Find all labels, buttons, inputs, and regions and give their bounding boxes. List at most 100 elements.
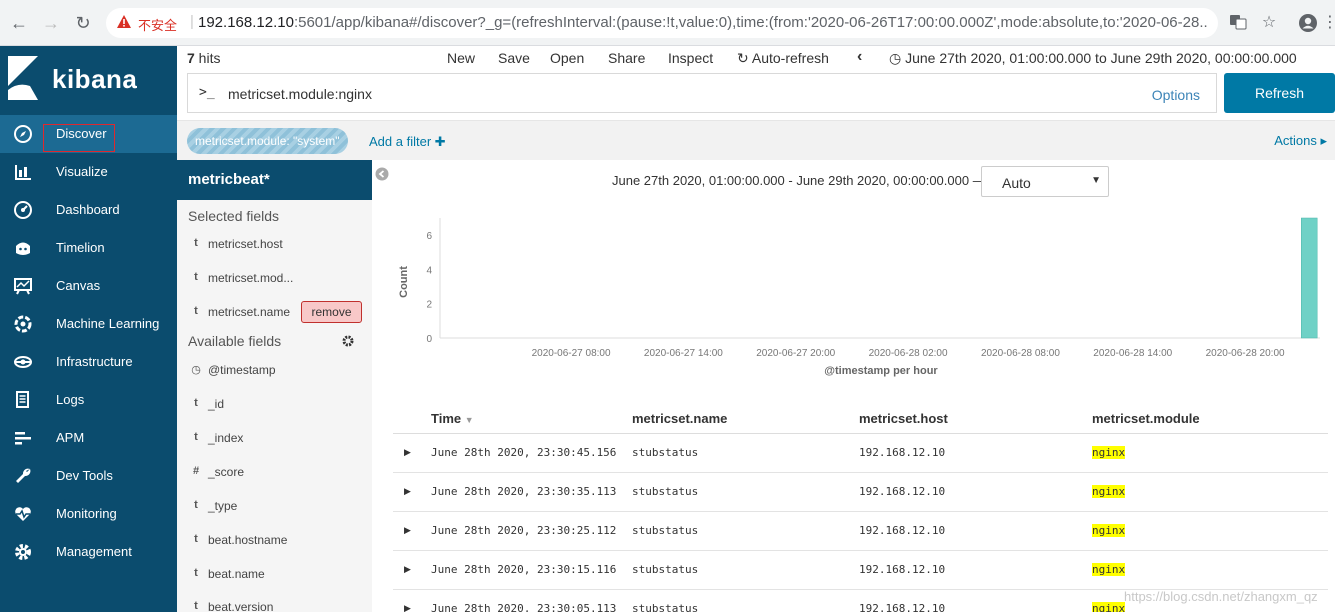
nav-logs[interactable]: Logs bbox=[0, 381, 177, 419]
open-button[interactable]: Open bbox=[550, 50, 584, 66]
actions-label: Actions bbox=[1274, 133, 1317, 148]
nav-apm[interactable]: APM bbox=[0, 419, 177, 457]
expand-row-icon[interactable]: ▶ bbox=[404, 486, 411, 497]
x-axis-title: @timestamp per hour bbox=[824, 365, 938, 377]
gear-icon[interactable] bbox=[342, 335, 354, 347]
share-button[interactable]: Share bbox=[608, 50, 645, 66]
apm-icon bbox=[15, 432, 31, 445]
cell-name: stubstatus bbox=[632, 602, 699, 612]
field-item[interactable]: t beat.name bbox=[177, 559, 372, 589]
nav-label: Dashboard bbox=[56, 202, 120, 217]
field-item[interactable]: t _type bbox=[177, 491, 372, 521]
forward-icon[interactable]: → bbox=[40, 12, 62, 34]
cell-time: June 28th 2020, 23:30:05.113 bbox=[431, 602, 617, 612]
hits-count: 7 hits bbox=[187, 50, 220, 66]
bar-chart-icon bbox=[15, 165, 31, 180]
kibana-logo[interactable]: kibana bbox=[0, 46, 177, 114]
query-bar[interactable]: >_ metricset.module:nginx Options bbox=[187, 73, 1217, 113]
save-button[interactable]: Save bbox=[498, 50, 530, 66]
chevron-right-icon: ▸ bbox=[1320, 133, 1327, 148]
translate-icon[interactable] bbox=[1228, 13, 1248, 33]
address-bar[interactable]: 不安全 | 192.168.12.10:5601/app/kibana#/dis… bbox=[106, 8, 1218, 38]
nav-dashboard[interactable]: Dashboard bbox=[0, 191, 177, 229]
expand-row-icon[interactable]: ▶ bbox=[404, 447, 411, 458]
nav-infrastructure[interactable]: Infrastructure bbox=[0, 343, 177, 381]
expand-row-icon[interactable]: ▶ bbox=[404, 564, 411, 575]
nav-machine-learning[interactable]: Machine Learning bbox=[0, 305, 177, 343]
infrastructure-icon bbox=[14, 356, 32, 368]
string-type-icon: t bbox=[194, 567, 198, 579]
table-row[interactable]: ▶ June 28th 2020, 23:30:25.112 stubstatu… bbox=[393, 512, 1328, 551]
scrollbar[interactable] bbox=[1328, 160, 1335, 612]
field-name: _id bbox=[208, 397, 225, 411]
column-header-module[interactable]: metricset.module bbox=[1092, 411, 1200, 426]
column-header-time[interactable]: Time ▼ bbox=[431, 411, 474, 426]
field-item[interactable]: t metricset.mod... bbox=[177, 263, 372, 293]
cell-host: 192.168.12.10 bbox=[859, 563, 946, 576]
field-item[interactable]: # _score bbox=[177, 457, 372, 487]
query-options-button[interactable]: Options bbox=[1152, 87, 1200, 103]
time-range-label: June 27th 2020, 01:00:00.000 to June 29t… bbox=[905, 50, 1297, 66]
query-prompt-icon: >_ bbox=[199, 85, 215, 100]
field-item[interactable]: t beat.version bbox=[177, 592, 372, 612]
query-input[interactable]: metricset.module:nginx bbox=[228, 86, 372, 102]
reload-icon[interactable]: ↻ bbox=[72, 12, 94, 34]
index-pattern-header[interactable]: metricbeat* bbox=[177, 160, 372, 200]
add-filter-label: Add a filter bbox=[369, 134, 432, 149]
time-range-picker[interactable]: ◷ June 27th 2020, 01:00:00.000 to June 2… bbox=[889, 50, 1297, 67]
table-row[interactable]: ▶ June 28th 2020, 23:30:45.156 stubstatu… bbox=[393, 434, 1328, 473]
filter-pill[interactable]: metricset.module: "system" bbox=[187, 128, 348, 154]
field-name: metricset.name bbox=[208, 305, 291, 319]
account-icon[interactable] bbox=[1298, 13, 1318, 33]
add-filter-button[interactable]: Add a filter ✚ bbox=[369, 134, 446, 150]
column-header-host[interactable]: metricset.host bbox=[859, 411, 948, 426]
field-item[interactable]: t beat.hostname bbox=[177, 525, 372, 555]
table-row[interactable]: ▶ June 28th 2020, 23:30:35.113 stubstatu… bbox=[393, 473, 1328, 512]
column-header-name[interactable]: metricset.name bbox=[632, 411, 727, 426]
field-item[interactable]: ◷ @timestamp bbox=[177, 355, 372, 385]
x-tick-label: 2020-06-27 14:00 bbox=[644, 348, 723, 359]
field-item[interactable]: t _index bbox=[177, 423, 372, 453]
field-item[interactable]: t metricset.host bbox=[177, 229, 372, 259]
nav-monitoring[interactable]: Monitoring bbox=[0, 495, 177, 533]
cell-name: stubstatus bbox=[632, 446, 699, 459]
hits-label: hits bbox=[194, 50, 221, 66]
watermark-text: https://blog.csdn.net/zhangxm_qz bbox=[1124, 589, 1318, 604]
refresh-button[interactable]: Refresh bbox=[1224, 73, 1335, 113]
expand-row-icon[interactable]: ▶ bbox=[404, 603, 411, 612]
menu-icon[interactable]: ⋮ bbox=[1320, 13, 1335, 33]
nav-dev-tools[interactable]: Dev Tools bbox=[0, 457, 177, 495]
new-button[interactable]: New bbox=[447, 50, 475, 66]
auto-refresh-button[interactable]: ↻ Auto-refresh bbox=[737, 50, 829, 67]
nav-management[interactable]: Management bbox=[0, 533, 177, 571]
field-item[interactable]: t _id bbox=[177, 389, 372, 419]
column-header-label: Time bbox=[431, 411, 462, 426]
y-tick-label: 6 bbox=[426, 231, 432, 242]
actions-menu[interactable]: Actions ▸ bbox=[1274, 133, 1327, 149]
interval-select[interactable]: Auto ▼ bbox=[981, 166, 1109, 197]
back-icon[interactable]: ← bbox=[8, 12, 30, 34]
nav-label: Canvas bbox=[56, 278, 101, 293]
x-tick-label: 2020-06-28 08:00 bbox=[981, 348, 1060, 359]
nav-canvas[interactable]: Canvas bbox=[0, 267, 177, 305]
filter-bar: metricset.module: "system" Add a filter … bbox=[177, 120, 1335, 160]
hits-number: 7 bbox=[187, 50, 195, 66]
y-axis-title: Count bbox=[398, 266, 410, 298]
remove-field-button[interactable]: remove bbox=[301, 301, 362, 323]
table-row[interactable]: ▶ June 28th 2020, 23:30:15.116 stubstatu… bbox=[393, 551, 1328, 590]
nav-timelion[interactable]: Timelion bbox=[0, 229, 177, 267]
nav-visualize[interactable]: Visualize bbox=[0, 153, 177, 191]
timelion-icon bbox=[16, 242, 30, 255]
inspect-button[interactable]: Inspect bbox=[668, 50, 713, 66]
histogram-chart[interactable]: 0 2 4 6 2020-06-27 08:00 2020-06-27 14:00 2020… bbox=[395, 210, 1335, 385]
collapse-sidebar-icon[interactable] bbox=[375, 167, 389, 181]
star-icon[interactable]: ☆ bbox=[1259, 13, 1279, 33]
y-tick-label: 4 bbox=[426, 265, 432, 276]
url-text[interactable]: 192.168.12.10:5601/app/kibana#/discover?… bbox=[198, 14, 1208, 31]
cell-name: stubstatus bbox=[632, 563, 699, 576]
clock-type-icon: ◷ bbox=[191, 364, 201, 376]
expand-row-icon[interactable]: ▶ bbox=[404, 525, 411, 536]
field-name: metricset.mod... bbox=[208, 271, 294, 285]
histogram-range-label: June 27th 2020, 01:00:00.000 - June 29th… bbox=[612, 173, 986, 188]
chevron-left-icon[interactable]: ‹ bbox=[857, 48, 862, 66]
